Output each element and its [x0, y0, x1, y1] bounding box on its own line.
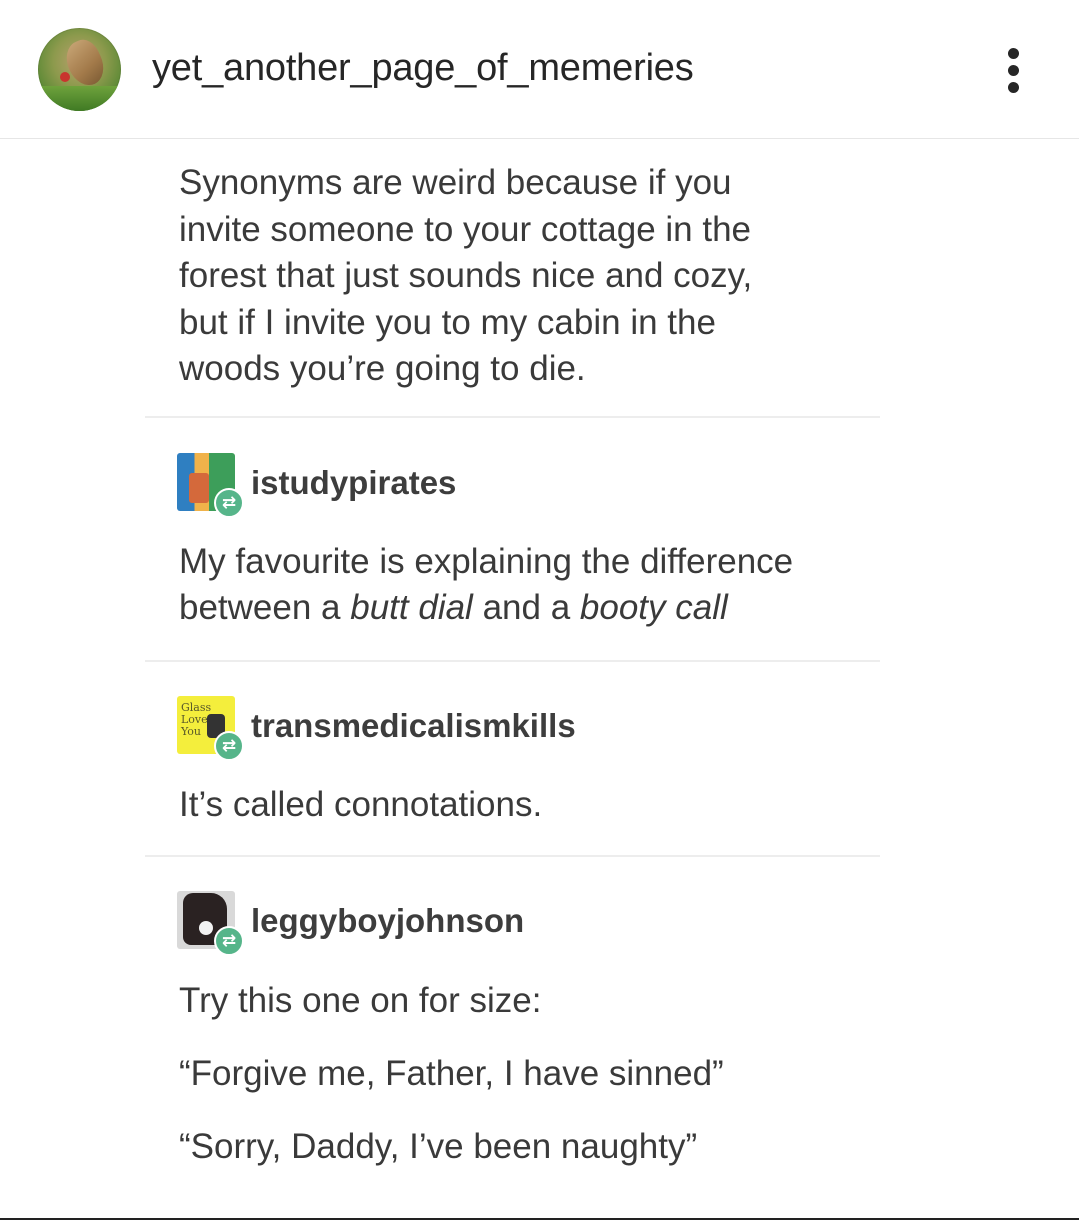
reblog-header-transmedicalismkills: Glass Loves You ⇄ transmedicalismkills — [177, 696, 877, 761]
reblog-text: “Sorry, Daddy, I’ve been naughty” — [179, 1124, 899, 1170]
reblogger-username[interactable]: transmedicalismkills — [251, 706, 576, 746]
reblog-line: It’s called connotations. — [179, 785, 543, 824]
reblog-text: “Forgive me, Father, I have sinned” — [179, 1051, 899, 1097]
avatar-grass — [38, 86, 121, 111]
reblog-line: “Sorry, Daddy, I’ve been naughty” — [179, 1127, 698, 1166]
more-vertical-icon-dot — [1008, 65, 1019, 76]
profile-username[interactable]: yet_another_page_of_memeries — [152, 44, 694, 92]
op-line: woods you’re going to die. — [179, 349, 586, 388]
reblog-line-part: and a — [472, 588, 580, 627]
more-vertical-icon-dot — [1008, 82, 1019, 93]
divider — [145, 855, 880, 857]
reblog-line-part: between a — [179, 588, 351, 627]
reblog-header-leggyboyjohnson: ⇄ leggyboyjohnson — [177, 891, 877, 956]
reblog-line-italic: butt dial — [350, 588, 473, 627]
reblog-line-italic: booty call — [579, 588, 728, 627]
bird-avatar-icon — [59, 34, 111, 92]
original-post-text: Synonyms are weird because if you invite… — [179, 160, 879, 393]
reblogger-username[interactable]: istudypirates — [251, 463, 456, 503]
reblogger-username[interactable]: leggyboyjohnson — [251, 901, 524, 941]
divider — [145, 660, 880, 662]
op-line: forest that just sounds nice and cozy, — [179, 256, 753, 295]
op-line: invite someone to your cottage in the — [179, 209, 752, 249]
op-line: Synonyms are weird because if you — [179, 163, 732, 202]
profile-avatar[interactable] — [38, 28, 121, 111]
divider — [145, 416, 880, 418]
reblog-line: Try this one on for size: — [179, 981, 542, 1020]
berry-icon — [60, 72, 70, 82]
reblog-text: Try this one on for size: — [179, 978, 899, 1024]
bottom-border — [0, 1218, 1079, 1220]
more-vertical-icon — [1008, 48, 1019, 59]
reblog-line: “Forgive me, Father, I have sinned” — [179, 1054, 724, 1093]
reblog-text: My favourite is explaining the differenc… — [179, 539, 899, 631]
more-options-button[interactable] — [995, 44, 1031, 94]
reblog-icon: ⇄ — [214, 488, 244, 518]
reblog-header-istudypirates: ⇄ istudypirates — [177, 453, 877, 518]
reblog-text: It’s called connotations. — [179, 782, 899, 828]
reblog-icon: ⇄ — [214, 926, 244, 956]
reblog-icon: ⇄ — [214, 731, 244, 761]
reblog-line: My favourite is explaining the differenc… — [179, 542, 794, 581]
post-image: Synonyms are weird because if you invite… — [0, 140, 1079, 1218]
post-header: yet_another_page_of_memeries — [0, 0, 1079, 139]
op-line: but if I invite you to my cabin in the — [179, 302, 716, 342]
